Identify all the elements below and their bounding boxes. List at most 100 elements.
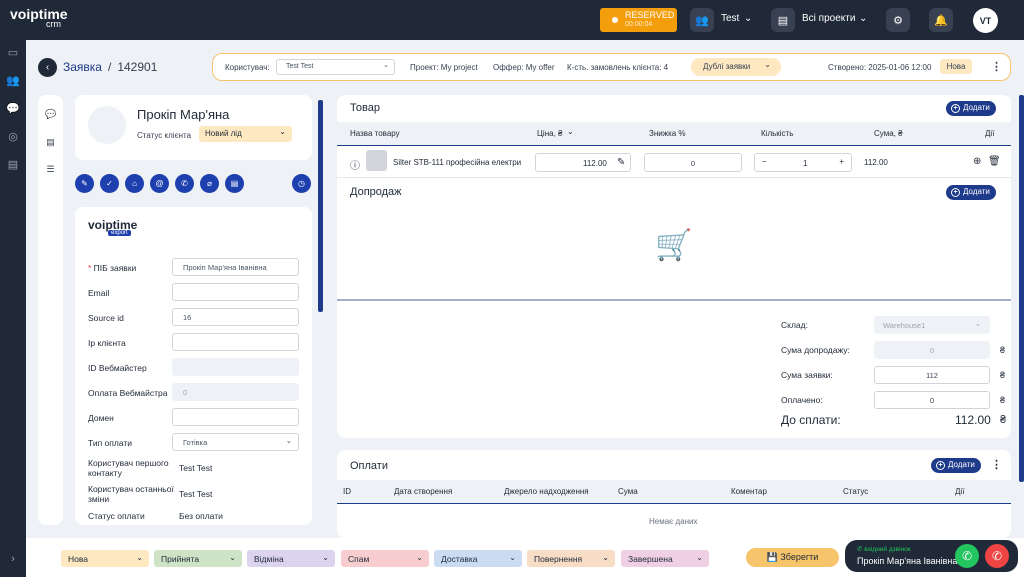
currency-sign: ₴ (1000, 345, 1006, 355)
file-icon[interactable]: ▤ (225, 174, 244, 193)
list-icon[interactable]: ☰ (45, 164, 56, 175)
back-arrow-icon[interactable]: ‹ (38, 57, 57, 77)
to-pay-label: До сплати: (781, 413, 841, 427)
plus-icon[interactable]: + (839, 157, 844, 166)
col-actions: Дії (955, 487, 965, 496)
status-button[interactable]: Нова ⌄ (61, 550, 149, 567)
plus-icon: + (951, 104, 960, 113)
app-logo[interactable]: voiptime crm (10, 7, 68, 29)
client-actions: ✎ ✓ ⌂ @ ✆ ⌀ ▤ ◷ (75, 174, 312, 194)
paid-input[interactable]: 0 (874, 391, 990, 409)
status-button[interactable]: Спам ⌄ (341, 550, 429, 567)
contacts-icon[interactable]: 👥 (6, 74, 20, 88)
status-button[interactable]: Доставка ⌄ (434, 550, 522, 567)
user-select[interactable]: Test Test ⌄ (276, 59, 395, 75)
user-avatar[interactable]: VT (973, 8, 998, 33)
more-vertical-icon[interactable]: ⋮ (991, 60, 1002, 73)
expand-icon[interactable]: › (6, 552, 20, 566)
folder-icon[interactable]: ▭ (6, 46, 20, 60)
last-user-value: Test Test (179, 489, 213, 499)
phone-icon[interactable]: ✆ (175, 174, 194, 193)
col-price[interactable]: Ціна, ₴ (537, 129, 562, 138)
add-goods-label: Додати (963, 103, 990, 112)
domain-input[interactable] (172, 408, 299, 426)
minus-icon[interactable]: − (762, 157, 767, 166)
tag-icon[interactable]: ⌂ (125, 174, 144, 193)
reserved-status-button[interactable]: RESERVED 00:00:04 (600, 8, 677, 32)
edit-pencil-icon[interactable]: ✎ (617, 157, 625, 168)
trash-icon[interactable]: 🗑 (988, 156, 1001, 167)
attachment-icon[interactable]: ⌀ (200, 174, 219, 193)
reserved-timer: 00:00:04 (625, 21, 653, 28)
chat-bubble-icon[interactable]: 💬 (45, 109, 56, 120)
duplicates-dropdown[interactable]: Дублі заявки ⌄ (691, 58, 781, 76)
support-icon[interactable]: ◎ (6, 130, 20, 144)
warehouse-select[interactable]: Warehouse1 ⌄ (874, 316, 990, 334)
more-vertical-icon[interactable]: ⋮ (991, 458, 1002, 471)
client-name: Прокіп Мар'яна (137, 107, 230, 122)
col-qty: Кількість (761, 129, 794, 138)
breadcrumb-link-orders[interactable]: Заявка (63, 60, 102, 74)
projects-selector[interactable]: Всі проекти (802, 13, 855, 24)
order-sum-label: Сума заявки: (781, 370, 833, 380)
payments-title: Оплати (350, 460, 388, 472)
history-icon[interactable]: ◷ (292, 174, 311, 193)
info-icon[interactable]: ⓘ (350, 157, 360, 172)
client-card: Прокіп Мар'яна Статус клієнта Новий лід ⌄ (75, 95, 312, 160)
accept-call-button[interactable]: ✆ (955, 544, 979, 568)
row-sum: 112.00 (864, 158, 888, 167)
fio-input[interactable]: Прокіп Мар'яна Іванівна (172, 258, 299, 276)
ip-input[interactable] (172, 333, 299, 351)
ip-label: Ip клієнта (88, 338, 126, 348)
status-button[interactable]: Повернення ⌄ (527, 550, 615, 567)
left-scrollbar[interactable] (318, 95, 323, 525)
note-icon[interactable]: ✎ (75, 174, 94, 193)
order-sum-input[interactable]: 112 (874, 366, 990, 384)
projects-icon[interactable]: ▤ (771, 8, 795, 32)
right-scrollbar[interactable] (1019, 95, 1024, 525)
email-icon[interactable]: @ (150, 174, 169, 193)
save-button[interactable]: 💾 Зберегти (746, 548, 839, 567)
order-form: voiptime export * ПІБ заявки Прокіп Мар'я… (75, 207, 312, 525)
qty-stepper[interactable]: − 1 + (754, 153, 852, 172)
upsell-sum-label: Сума допродажу: (781, 345, 850, 355)
divider (337, 299, 1011, 301)
add-upsell-button[interactable]: + Додати (946, 185, 996, 200)
bell-icon[interactable]: 🔔 (929, 8, 953, 32)
client-status-select[interactable]: Новий лід ⌄ (199, 126, 292, 142)
source-id-input[interactable]: 16 (172, 308, 299, 326)
status-button-label: Відміна (254, 554, 284, 564)
created-date: Створено: 2025-01-06 12:00 (828, 63, 932, 72)
reports-icon[interactable]: ▤ (6, 158, 20, 172)
chat-icon[interactable]: 💬 (6, 102, 20, 116)
status-button[interactable]: Завершена ⌄ (621, 550, 709, 567)
client-avatar (88, 106, 126, 144)
to-pay-value: 112.00 (955, 413, 991, 427)
add-payment-button[interactable]: + Додати (931, 458, 981, 473)
add-goods-button[interactable]: + Додати (946, 101, 996, 116)
pay-type-select[interactable]: Готівка ⌄ (172, 433, 299, 451)
chevron-down-icon: ⌄ (229, 553, 236, 562)
domain-label: Домен (88, 413, 114, 423)
status-button[interactable]: Прийнята ⌄ (154, 550, 242, 567)
decline-call-button[interactable]: ✆ (985, 544, 1009, 568)
payments-panel: Оплати + Додати ⋮ ID Дата створення Джере… (337, 450, 1011, 538)
side-nav: ▭ 👥 💬 ◎ ▤ › (0, 40, 26, 577)
status-button[interactable]: Відміна ⌄ (247, 550, 335, 567)
price-value: 112.00 (583, 159, 607, 168)
reserved-label: RESERVED (625, 10, 675, 20)
col-sum: Сума, ₴ (874, 129, 903, 138)
email-input[interactable] (172, 283, 299, 301)
document-icon[interactable]: ▤ (45, 137, 56, 148)
check-icon[interactable]: ✓ (100, 174, 119, 193)
settings-gear-icon[interactable]: ⚙ (886, 8, 910, 32)
scroll-thumb[interactable] (318, 100, 323, 312)
discount-input[interactable]: 0 (644, 153, 742, 172)
user-select-value: Test Test (286, 63, 314, 70)
add-circle-icon[interactable]: ⊕ (973, 156, 981, 167)
client-panel: Прокіп Мар'яна Статус клієнта Новий лід ⌄… (70, 95, 318, 525)
team-selector[interactable]: Test (721, 13, 739, 24)
source-id-label: Source id (88, 313, 124, 323)
users-icon[interactable]: 👥 (690, 8, 714, 32)
scroll-thumb[interactable] (1019, 95, 1024, 482)
